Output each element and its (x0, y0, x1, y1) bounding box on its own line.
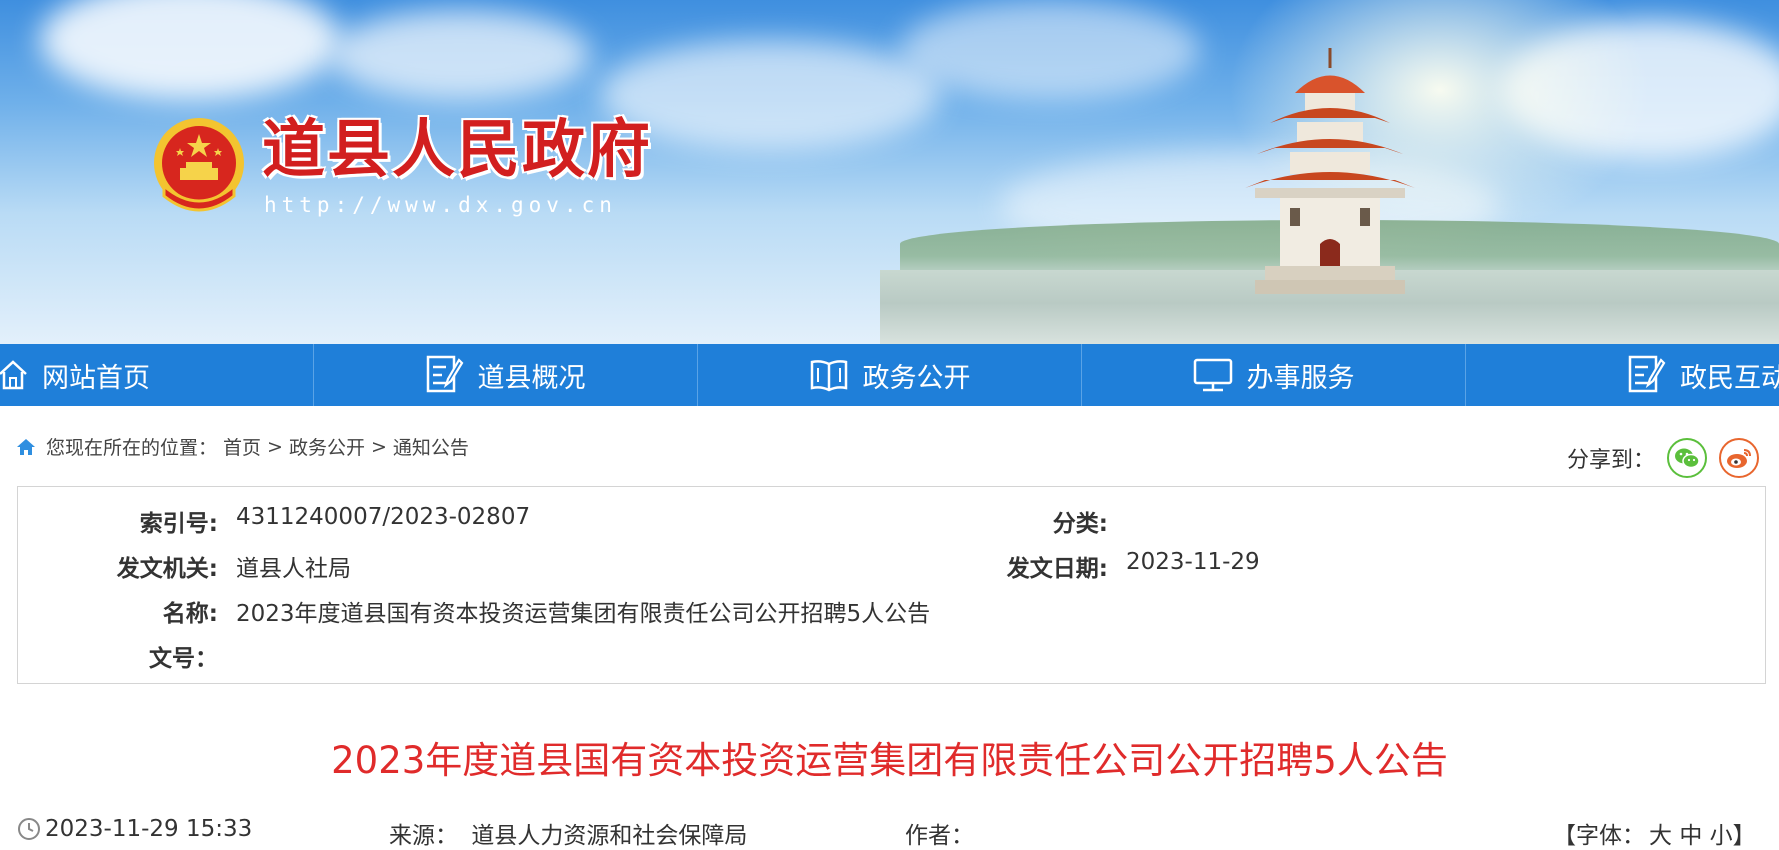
author: 作者： (905, 816, 974, 850)
issuer-label: 发文机关: (116, 556, 218, 582)
nav-item-label: 政务公开 (862, 362, 971, 394)
site-title: 道县人民政府 (262, 112, 652, 186)
nav-item-label: 网站首页 (42, 362, 150, 394)
breadcrumb-notices-link[interactable]: 通知公告 (393, 433, 469, 460)
breadcrumb-separator: > (267, 435, 283, 458)
nav-item-label: 政民互动 (1680, 362, 1779, 394)
article-title: 2023年度道县国有资本投资运营集团有限责任公司公开招聘5人公告 (331, 739, 1448, 782)
header-banner: 道县人民政府 http://www.dx.gov.cn (0, 0, 1779, 344)
breadcrumb-gov-affairs-link[interactable]: 政务公开 (289, 433, 365, 460)
clock-icon (18, 818, 40, 840)
font-size-switcher: 【字体：大 中 小】 (1553, 816, 1756, 850)
open-book-icon (810, 360, 847, 392)
nav-item-gov-affairs[interactable]: 政务公开 (698, 344, 1082, 406)
issue-date-value: 2023-11-29 (1126, 549, 1260, 575)
home-icon (0, 360, 27, 390)
breadcrumb-separator: > (370, 435, 387, 458)
index-number-label: 索引号: (139, 511, 218, 537)
share-bar: 分享到： (1567, 438, 1759, 478)
monitor-icon (1193, 358, 1232, 392)
nav-item-overview[interactable]: 道县概况 (314, 344, 698, 406)
font-size-open: 【字体： (1553, 823, 1645, 849)
nav-item-interaction[interactable]: 政民互动 (1466, 344, 1779, 406)
share-wechat-button[interactable] (1667, 438, 1707, 478)
name-label: 名称: (162, 601, 218, 627)
share-label: 分享到： (1566, 448, 1655, 473)
nav-item-label: 道县概况 (477, 362, 586, 394)
issuer-value: 道县人社局 (236, 556, 351, 582)
pagoda-tower-image (1245, 48, 1415, 294)
source-value: 道县人力资源和社会保障局 (471, 823, 748, 849)
wechat-icon (1675, 448, 1700, 469)
share-weibo-button[interactable] (1719, 438, 1759, 478)
home-icon (17, 438, 35, 455)
issue-date-label: 发文日期: (1006, 556, 1108, 582)
font-small-button[interactable]: 小 (1710, 823, 1733, 849)
font-large-button[interactable]: 大 (1649, 823, 1672, 849)
name-value: 2023年度道县国有资本投资运营集团有限责任公司公开招聘5人公告 (236, 601, 931, 627)
weibo-icon (1727, 449, 1751, 468)
document-edit-icon (426, 355, 463, 393)
publish-time: 2023-11-29 15:33 (17, 816, 252, 842)
breadcrumb-prefix: 您现在所在的位置： (46, 437, 218, 459)
document-edit-icon (1628, 355, 1666, 393)
nav-item-label: 办事服务 (1246, 362, 1355, 394)
national-emblem-icon (154, 118, 244, 212)
font-size-close: 】 (1732, 823, 1756, 849)
index-number-value: 4311240007/2023-02807 (236, 504, 531, 530)
document-number-label: 文号： (149, 646, 218, 672)
category-label: 分类: (1052, 511, 1108, 537)
author-label: 作者： (905, 823, 974, 849)
site-url: http://www.dx.gov.cn (264, 193, 617, 217)
breadcrumb-home-link[interactable]: 首页 (223, 433, 261, 460)
nav-item-home[interactable]: 网站首页 (0, 344, 314, 406)
source: 来源： 道县人力资源和社会保障局 (389, 816, 747, 850)
main-nav: 网站首页 道县概况 政务公开 办事服务 政民互动 (0, 344, 1779, 406)
font-medium-button[interactable]: 中 (1679, 823, 1702, 849)
publish-datetime: 2023-11-29 15:33 (45, 816, 253, 842)
source-label: 来源： (389, 823, 458, 849)
breadcrumb: 您现在所在的位置： 首页 > 政务公开 > 通知公告 (16, 433, 475, 460)
nav-item-services[interactable]: 办事服务 (1082, 344, 1466, 406)
document-info-table: 索引号: 4311240007/2023-02807 分类: 发文机关: 道县人… (17, 486, 1766, 684)
